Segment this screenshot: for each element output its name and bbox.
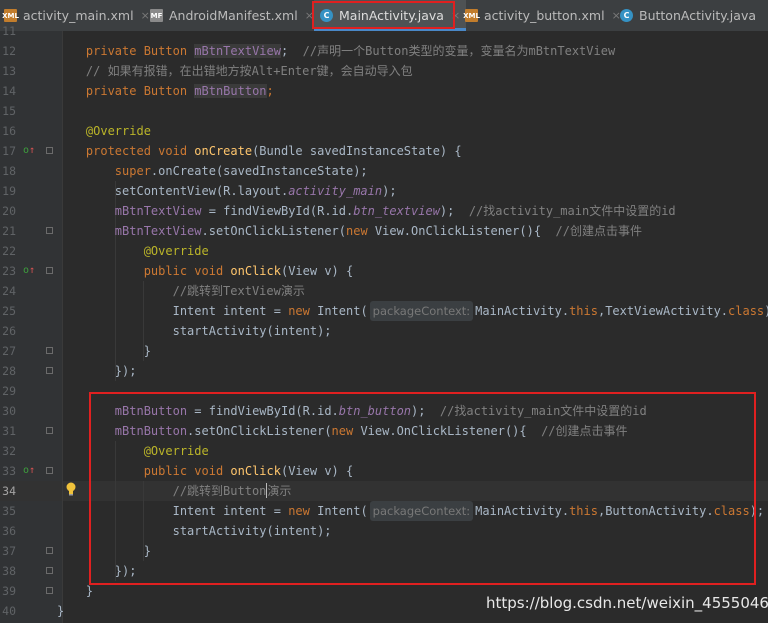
line-number: 36	[2, 524, 16, 538]
line-number: 35	[2, 504, 16, 518]
manifest-file-icon: MF	[150, 9, 163, 22]
code-line-23: public void onClick(View v) {	[57, 264, 354, 278]
line-number: 17	[2, 144, 16, 158]
tab-android-manifest-xml[interactable]: MF AndroidManifest.xml ×	[150, 0, 314, 31]
code-line-20: mBtnTextView = findViewById(R.id.btn_tex…	[114, 204, 676, 218]
fold-marker-icon[interactable]	[46, 427, 53, 434]
code-line-28: });	[57, 364, 137, 378]
line-number: 13	[2, 64, 16, 78]
fold-marker-icon[interactable]	[46, 147, 53, 154]
line-number: 20	[2, 204, 16, 218]
line-number: 38	[2, 564, 16, 578]
tab-button-activity-java[interactable]: C ButtonActivity.java	[620, 0, 756, 31]
override-marker-icon[interactable]: o↑	[23, 461, 35, 481]
fold-marker-icon[interactable]	[46, 467, 53, 474]
fold-marker-icon[interactable]	[46, 567, 53, 574]
xml-file-icon: XML	[463, 9, 480, 22]
watermark: https://blog.csdn.net/weixin_45550460	[486, 594, 768, 612]
override-marker-icon[interactable]: o↑	[23, 261, 35, 281]
line-number: 27	[2, 344, 16, 358]
line-number: 23	[2, 264, 16, 278]
tab-activity-button-xml[interactable]: XML activity_button.xml ×	[463, 0, 621, 31]
line-number: 26	[2, 324, 16, 338]
code-line-21: mBtnTextView.setOnClickListener(new View…	[114, 224, 642, 238]
fold-marker-icon[interactable]	[46, 227, 53, 234]
code-line-22: @Override	[57, 244, 209, 258]
fold-marker-icon[interactable]	[46, 347, 53, 354]
fold-marker-icon[interactable]	[46, 547, 53, 554]
tab-label: ButtonActivity.java	[639, 8, 756, 23]
line-number: 14	[2, 84, 16, 98]
line-number: 25	[2, 304, 16, 318]
line-number: 29	[2, 384, 16, 398]
line-number: 24	[2, 284, 16, 298]
line-number: 15	[2, 104, 16, 118]
tab-activity-main-xml[interactable]: XML activity_main.xml ×	[2, 0, 150, 31]
code-line-16: @Override	[57, 124, 151, 138]
line-number: 39	[2, 584, 16, 598]
line-number: 19	[2, 184, 16, 198]
fold-marker-icon[interactable]	[46, 267, 53, 274]
line-number: 12	[2, 44, 16, 58]
line-number: 21	[2, 224, 16, 238]
java-class-icon: C	[620, 9, 633, 22]
code-line-27: }	[57, 344, 151, 358]
line-number: 31	[2, 424, 16, 438]
tab-label: activity_main.xml	[23, 8, 134, 23]
code-line-19: setContentView(R.layout.activity_main);	[57, 184, 397, 198]
highlight-box-tab	[312, 1, 455, 29]
code-line-18: super.onCreate(savedInstanceState);	[57, 164, 368, 178]
override-marker-icon[interactable]: o↑	[23, 141, 35, 161]
code-line-39: }	[57, 584, 94, 598]
line-number: 18	[2, 164, 16, 178]
line-number: 11	[2, 24, 16, 38]
code-line-24: //跳转到TextView演示	[57, 284, 305, 298]
code-line-17: protected void onCreate(Bundle savedInst…	[57, 144, 462, 158]
line-number: 34	[2, 484, 16, 498]
line-number: 37	[2, 544, 16, 558]
tab-label: AndroidManifest.xml	[169, 8, 298, 23]
code-line-13: // 如果有报错，在出错地方按Alt+Enter键，会自动导入包	[57, 64, 413, 78]
code-line-40: }	[57, 604, 65, 618]
code-line-25: Intent intent = new Intent(packageContex…	[57, 301, 768, 321]
line-number: 16	[2, 124, 16, 138]
line-number: 33	[2, 464, 16, 478]
line-number: 40	[2, 604, 16, 618]
line-number: 22	[2, 244, 16, 258]
line-number: 32	[2, 444, 16, 458]
tab-label: activity_button.xml	[484, 8, 605, 23]
code-line-26: startActivity(intent);	[57, 324, 332, 338]
code-line-14: private Button mBtnButton;	[57, 84, 274, 98]
code-line-12: private Button mBtnTextView; //声明一个Butto…	[57, 44, 616, 58]
fold-marker-icon[interactable]	[46, 367, 53, 374]
line-number: 28	[2, 364, 16, 378]
line-number: 30	[2, 404, 16, 418]
close-tab-icon[interactable]: ×	[141, 9, 150, 22]
highlight-box-code	[89, 392, 756, 585]
parameter-hint: packageContext:	[369, 301, 474, 321]
fold-marker-icon[interactable]	[46, 587, 53, 594]
